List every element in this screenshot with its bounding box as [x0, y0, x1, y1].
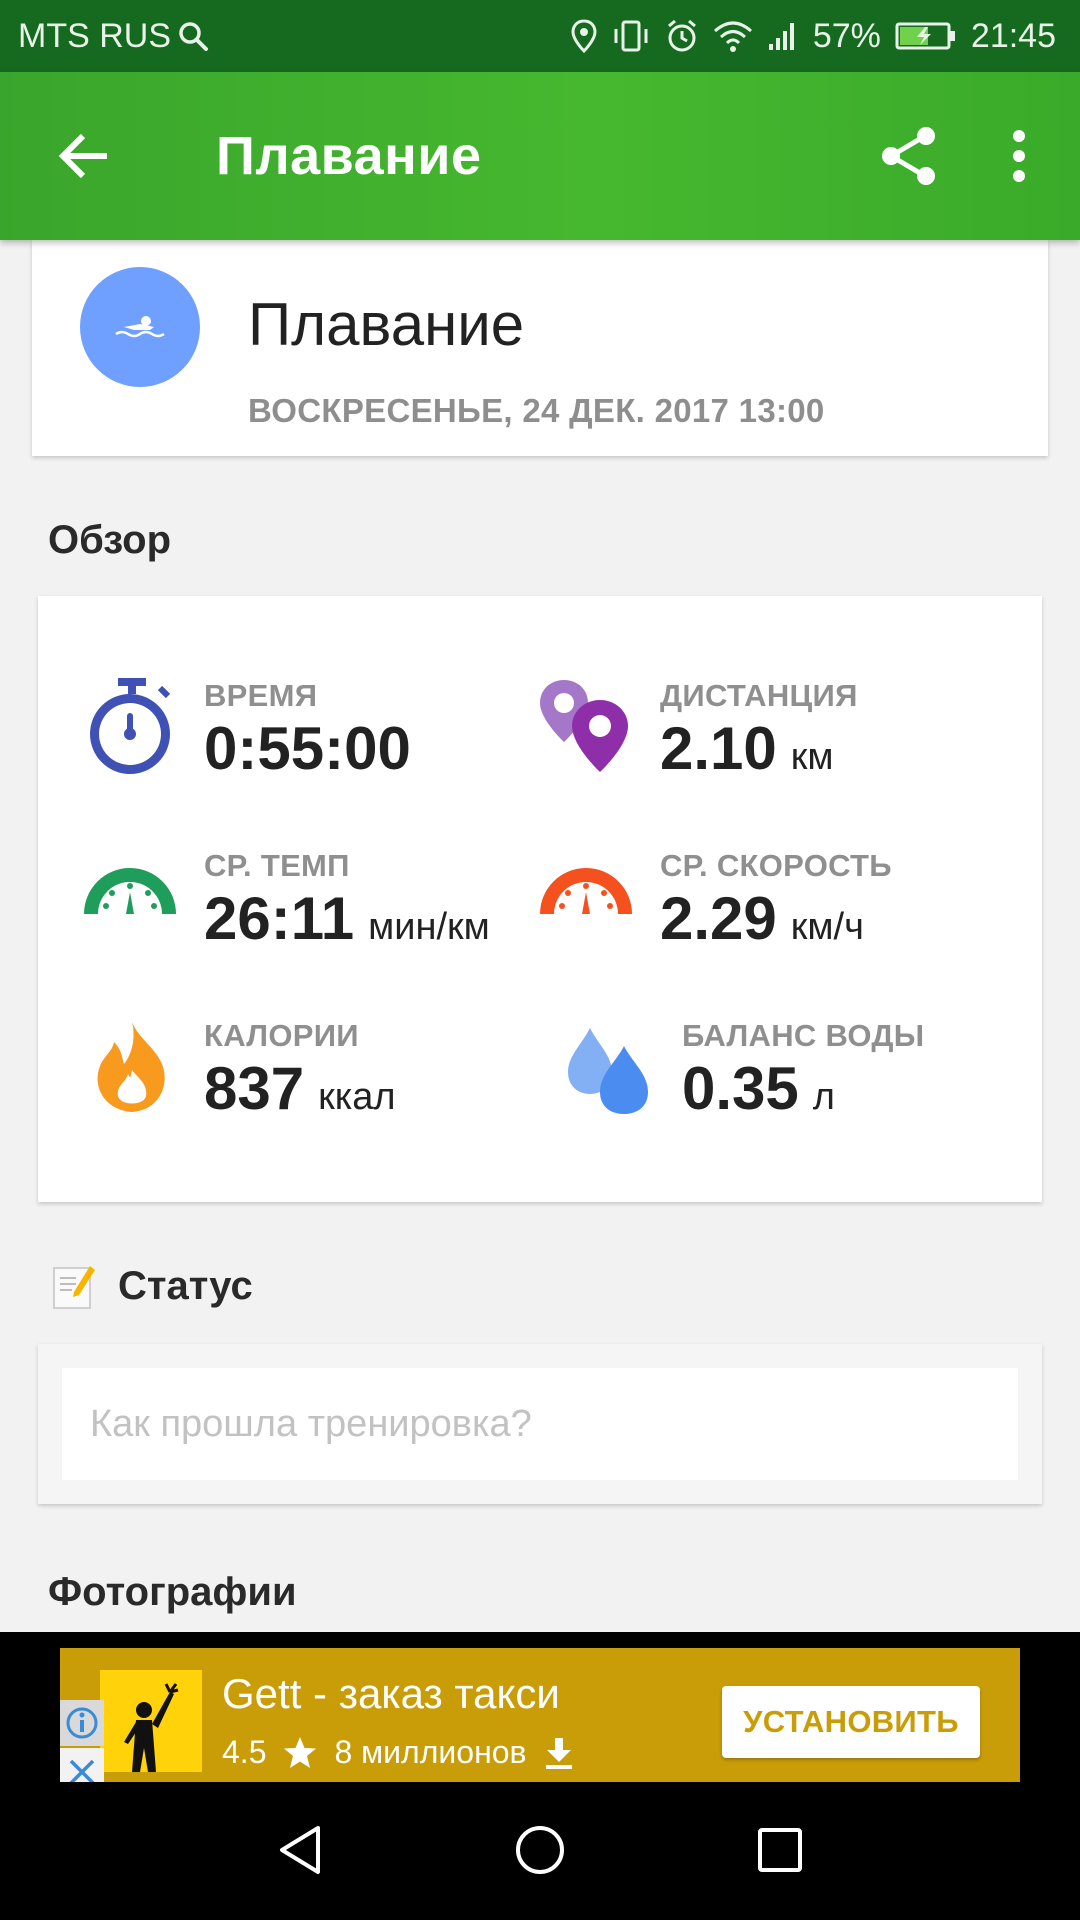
- search-icon: [177, 20, 209, 52]
- map-pin-icon: [540, 680, 628, 772]
- ad-app-logo: [100, 1670, 202, 1772]
- metric-unit: л: [812, 1076, 835, 1118]
- app-bar: Плавание: [0, 72, 1080, 240]
- ad-rating: 4.5: [222, 1734, 267, 1770]
- status-bar: MTS RUS 57% 21:45: [0, 0, 1080, 72]
- metric-label: ДИСТАНЦИЯ: [660, 678, 858, 713]
- nav-back-button[interactable]: [250, 1810, 350, 1890]
- share-button[interactable]: [854, 72, 964, 240]
- back-button[interactable]: [0, 72, 170, 240]
- photos-title: Фотографии: [48, 1570, 297, 1614]
- signal-icon: [767, 20, 799, 52]
- nav-home-icon: [516, 1826, 564, 1874]
- metric-unit: км/ч: [790, 906, 864, 948]
- install-button[interactable]: УСТАНОВИТЬ: [722, 1686, 980, 1758]
- system-nav-bar: [0, 1782, 1080, 1920]
- activity-datetime: ВОСКРЕСЕНЬЕ, 24 ДЕК. 2017 13:00: [248, 392, 825, 429]
- activity-header-card: Плавание ВОСКРЕСЕНЬЕ, 24 ДЕК. 2017 13:00: [32, 240, 1048, 456]
- carrier-name: MTS RUS: [18, 16, 171, 55]
- metric-number: 2.10: [660, 715, 777, 782]
- swimmer-icon: [115, 316, 165, 338]
- clock-time: 21:45: [970, 16, 1056, 55]
- ad-title: Gett - заказ такси: [222, 1670, 560, 1717]
- speedometer-icon: [540, 868, 632, 914]
- metric-number: 26:11: [204, 885, 355, 952]
- metric-number: 2.29: [660, 885, 777, 952]
- metric-label: ВРЕМЯ: [204, 678, 318, 713]
- activity-avatar: [80, 267, 200, 387]
- wifi-icon: [713, 19, 753, 53]
- metric-label: СР. СКОРОСТЬ: [660, 848, 892, 883]
- star-icon: [284, 1736, 317, 1768]
- metric-value: 0.35 л: [682, 1054, 835, 1123]
- note-edit-icon: [53, 1266, 95, 1309]
- location-icon: [571, 19, 597, 53]
- metric-label: БАЛАНС ВОДЫ: [682, 1018, 925, 1053]
- more-vert-icon: [1013, 130, 1025, 182]
- water-drop-icon: [568, 1028, 648, 1114]
- share-icon: [882, 127, 935, 185]
- status-icons: 57% 21:45: [571, 17, 1056, 56]
- info-icon: [66, 1707, 98, 1739]
- metric-label: КАЛОРИИ: [204, 1018, 359, 1053]
- gett-logo-icon: [100, 1670, 202, 1772]
- activity-name: Плавание: [248, 291, 525, 358]
- arrow-back-icon: [58, 133, 107, 179]
- nav-home-button[interactable]: [490, 1810, 590, 1890]
- vibrate-icon: [611, 19, 651, 53]
- nav-back-icon: [280, 1826, 320, 1874]
- battery-percent: 57%: [812, 16, 881, 55]
- status-card: [38, 1344, 1042, 1504]
- speedometer-icon: [84, 868, 176, 914]
- metric-number: 0.35: [682, 1055, 799, 1122]
- status-title: Статус: [118, 1263, 253, 1308]
- metric-value: 26:11 мин/км: [204, 884, 490, 953]
- metric-unit: мин/км: [368, 906, 490, 948]
- flame-icon: [97, 1022, 165, 1112]
- metric-number: 0:55:00: [204, 715, 411, 782]
- ad-banner[interactable]: Gett - заказ такси 4.5 8 миллионов УСТАН…: [60, 1648, 1020, 1796]
- status-header: Статус: [52, 1262, 253, 1310]
- overflow-menu-button[interactable]: [964, 72, 1074, 240]
- overview-card: ВРЕМЯ 0:55:00 ДИСТАНЦИЯ 2.10 км СР. ТЕМП …: [38, 596, 1042, 1202]
- metric-label: СР. ТЕМП: [204, 848, 350, 883]
- ad-info-button[interactable]: [60, 1700, 104, 1746]
- carrier-group: MTS RUS: [18, 17, 209, 56]
- nav-recents-button[interactable]: [730, 1810, 830, 1890]
- metric-value: 0:55:00: [204, 714, 411, 783]
- metric-value: 2.10 км: [660, 714, 834, 783]
- metric-unit: км: [790, 736, 834, 778]
- alarm-icon: [665, 19, 699, 53]
- metric-value: 2.29 км/ч: [660, 884, 864, 953]
- download-icon: [545, 1737, 572, 1769]
- nav-recents-icon: [758, 1828, 802, 1872]
- page-title: Плавание: [216, 126, 482, 186]
- ad-meta: 4.5 8 миллионов: [222, 1734, 575, 1771]
- metric-value: 837 ккал: [204, 1054, 396, 1123]
- stopwatch-icon: [90, 678, 171, 774]
- ad-installs: 8 миллионов: [334, 1734, 527, 1770]
- metric-number: 837: [204, 1055, 305, 1122]
- battery-charging-icon: [895, 21, 957, 51]
- workout-comment-input[interactable]: [62, 1368, 1018, 1480]
- metric-unit: ккал: [318, 1076, 396, 1118]
- app-bar-actions: [854, 72, 1080, 240]
- overview-title: Обзор: [48, 518, 172, 562]
